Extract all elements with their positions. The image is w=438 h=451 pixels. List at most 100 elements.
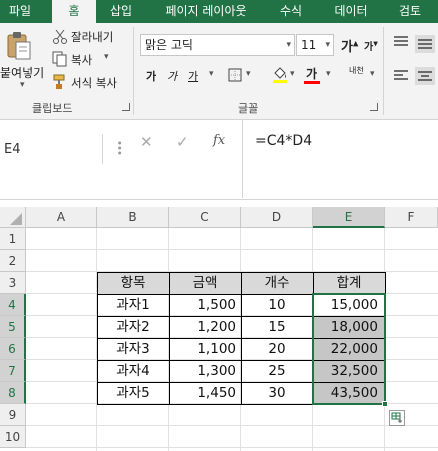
table-cell[interactable]: 1,100 bbox=[169, 338, 241, 360]
bold-button[interactable]: 가 bbox=[146, 68, 156, 84]
paste-dropdown-icon[interactable]: ▾ bbox=[20, 80, 25, 90]
selection-outline bbox=[312, 293, 386, 405]
select-all-corner[interactable] bbox=[0, 207, 26, 228]
row-header-9[interactable]: 9 bbox=[0, 404, 26, 426]
formula-input[interactable]: =C4*D4 bbox=[242, 120, 438, 198]
underline-dropdown-icon[interactable]: ▾ bbox=[209, 69, 214, 79]
row-header-4[interactable]: 4 bbox=[0, 294, 26, 316]
gridline bbox=[26, 447, 438, 448]
font-name-dropdown-icon[interactable]: ▾ bbox=[286, 35, 291, 55]
table-cell[interactable]: 1,500 bbox=[169, 294, 241, 316]
column-header-f[interactable]: F bbox=[385, 207, 438, 228]
tab-review[interactable]: 검토 bbox=[388, 0, 432, 23]
row-header-5[interactable]: 5 bbox=[0, 316, 26, 338]
borders-dropdown-icon[interactable]: ▾ bbox=[246, 69, 251, 79]
column-header-a[interactable]: A bbox=[26, 207, 97, 228]
tab-page-layout[interactable]: 페이지 레이아웃 bbox=[150, 0, 262, 23]
formula-bar: E4 ● ● ● ✕ ✓ fx =C4*D4 bbox=[0, 120, 438, 200]
table-cell[interactable]: 과자5 bbox=[97, 382, 169, 404]
ribbon-home: 붙여넣기 ▾ 잘라내기 복사 ▾ 서식 복사 클립보드 맑은 고딕 ▾ 11 ▾… bbox=[0, 23, 438, 120]
scissors-icon[interactable] bbox=[52, 29, 68, 48]
fill-handle[interactable] bbox=[382, 401, 388, 407]
table-header-cell[interactable]: 금액 bbox=[169, 272, 241, 294]
fill-color-dropdown-icon[interactable]: ▾ bbox=[290, 69, 295, 79]
table-cell[interactable]: 20 bbox=[241, 338, 313, 360]
shrink-font-button[interactable]: 가▼ bbox=[364, 38, 378, 53]
table-header-cell[interactable]: 합계 bbox=[313, 272, 385, 294]
divider bbox=[102, 134, 103, 164]
row-header-8[interactable]: 8 bbox=[0, 382, 26, 404]
paste-icon[interactable] bbox=[6, 31, 32, 61]
copy-icon[interactable] bbox=[52, 51, 68, 70]
font-group-label: 글꼴 bbox=[238, 102, 259, 115]
align-center-icon[interactable] bbox=[415, 67, 435, 85]
group-separator bbox=[133, 27, 134, 115]
row-header-1[interactable]: 1 bbox=[0, 228, 26, 250]
table-cell[interactable]: 1,450 bbox=[169, 382, 241, 404]
table-cell[interactable]: 과자1 bbox=[97, 294, 169, 316]
name-box[interactable]: E4 bbox=[0, 130, 98, 172]
cut-button[interactable]: 잘라내기 bbox=[71, 29, 113, 45]
table-cell[interactable]: 30 bbox=[241, 382, 313, 404]
row-header-6[interactable]: 6 bbox=[0, 338, 26, 360]
table-cell[interactable]: 10 bbox=[241, 294, 313, 316]
tab-formulas[interactable]: 수식 bbox=[268, 0, 314, 23]
clipboard-group-label: 클립보드 bbox=[32, 102, 73, 115]
font-size-dropdown-icon[interactable]: ▾ bbox=[325, 35, 330, 55]
column-header-c[interactable]: C bbox=[169, 207, 241, 228]
borders-icon[interactable] bbox=[228, 68, 242, 85]
tab-insert[interactable]: 삽입 bbox=[98, 0, 144, 23]
font-name-value: 맑은 고딕 bbox=[145, 38, 193, 52]
format-painter-button[interactable]: 서식 복사 bbox=[71, 75, 117, 91]
underline-button[interactable]: 가 bbox=[188, 68, 198, 84]
group-separator bbox=[383, 27, 384, 115]
quick-analysis-icon[interactable] bbox=[389, 410, 405, 426]
enter-icon[interactable]: ✓ bbox=[176, 133, 189, 151]
format-painter-icon[interactable] bbox=[52, 74, 68, 93]
cancel-icon[interactable]: ✕ bbox=[140, 133, 153, 151]
copy-dropdown-icon[interactable]: ▾ bbox=[104, 52, 109, 62]
copy-button[interactable]: 복사 bbox=[71, 52, 92, 68]
table-cell[interactable]: 과자3 bbox=[97, 338, 169, 360]
ribbon-tab-bar: 파일 홈 삽입 페이지 레이아웃 수식 데이터 검토 bbox=[0, 0, 438, 23]
phonetic-dropdown-icon[interactable]: ▾ bbox=[370, 69, 375, 79]
fill-color-icon[interactable] bbox=[272, 66, 288, 87]
column-header-b[interactable]: B bbox=[97, 207, 169, 228]
resize-handle-icon[interactable]: ● ● ● bbox=[118, 140, 122, 155]
font-name-box[interactable]: 맑은 고딕 ▾ bbox=[140, 34, 295, 56]
align-middle-icon[interactable] bbox=[415, 35, 435, 53]
table-cell[interactable]: 1,200 bbox=[169, 316, 241, 338]
font-launcher-icon[interactable] bbox=[370, 103, 378, 111]
font-size-box[interactable]: 11 ▾ bbox=[296, 34, 334, 56]
column-header-e[interactable]: E bbox=[313, 207, 385, 228]
insert-function-icon[interactable]: fx bbox=[213, 133, 225, 148]
font-color-button[interactable]: 가 bbox=[306, 65, 317, 82]
italic-button[interactable]: 가 bbox=[167, 68, 177, 84]
paste-button[interactable]: 붙여넣기 bbox=[0, 64, 44, 81]
table-header-cell[interactable]: 개수 bbox=[241, 272, 313, 294]
tab-data[interactable]: 데이터 bbox=[322, 0, 380, 23]
row-header-7[interactable]: 7 bbox=[0, 360, 26, 382]
table-cell[interactable]: 1,300 bbox=[169, 360, 241, 382]
font-size-value: 11 bbox=[301, 38, 317, 52]
clipboard-launcher-icon[interactable] bbox=[122, 103, 130, 111]
row-header-3[interactable]: 3 bbox=[0, 272, 26, 294]
align-left-icon[interactable] bbox=[393, 69, 409, 86]
row-header-2[interactable]: 2 bbox=[0, 250, 26, 272]
font-color-dropdown-icon[interactable]: ▾ bbox=[326, 69, 331, 79]
gridline bbox=[26, 249, 438, 250]
align-top-icon[interactable] bbox=[393, 35, 409, 52]
table-header-cell[interactable]: 항목 bbox=[97, 272, 169, 294]
tab-home[interactable]: 홈 bbox=[52, 0, 96, 23]
table-cell[interactable]: 15 bbox=[241, 316, 313, 338]
table-cell[interactable]: 과자2 bbox=[97, 316, 169, 338]
row-header-10[interactable]: 10 bbox=[0, 426, 26, 448]
worksheet-grid[interactable]: A B C D E F 1 2 3 4 5 6 7 8 9 10 항목 금액 개… bbox=[0, 207, 438, 451]
table-cell[interactable]: 과자4 bbox=[97, 360, 169, 382]
phonetic-guide-button[interactable]: 내천 bbox=[349, 67, 364, 75]
table-cell[interactable]: 25 bbox=[241, 360, 313, 382]
tab-file[interactable]: 파일 bbox=[0, 0, 40, 23]
grow-font-button[interactable]: 가▲ bbox=[341, 36, 358, 55]
column-header-d[interactable]: D bbox=[241, 207, 313, 228]
font-color-bar bbox=[304, 81, 320, 84]
